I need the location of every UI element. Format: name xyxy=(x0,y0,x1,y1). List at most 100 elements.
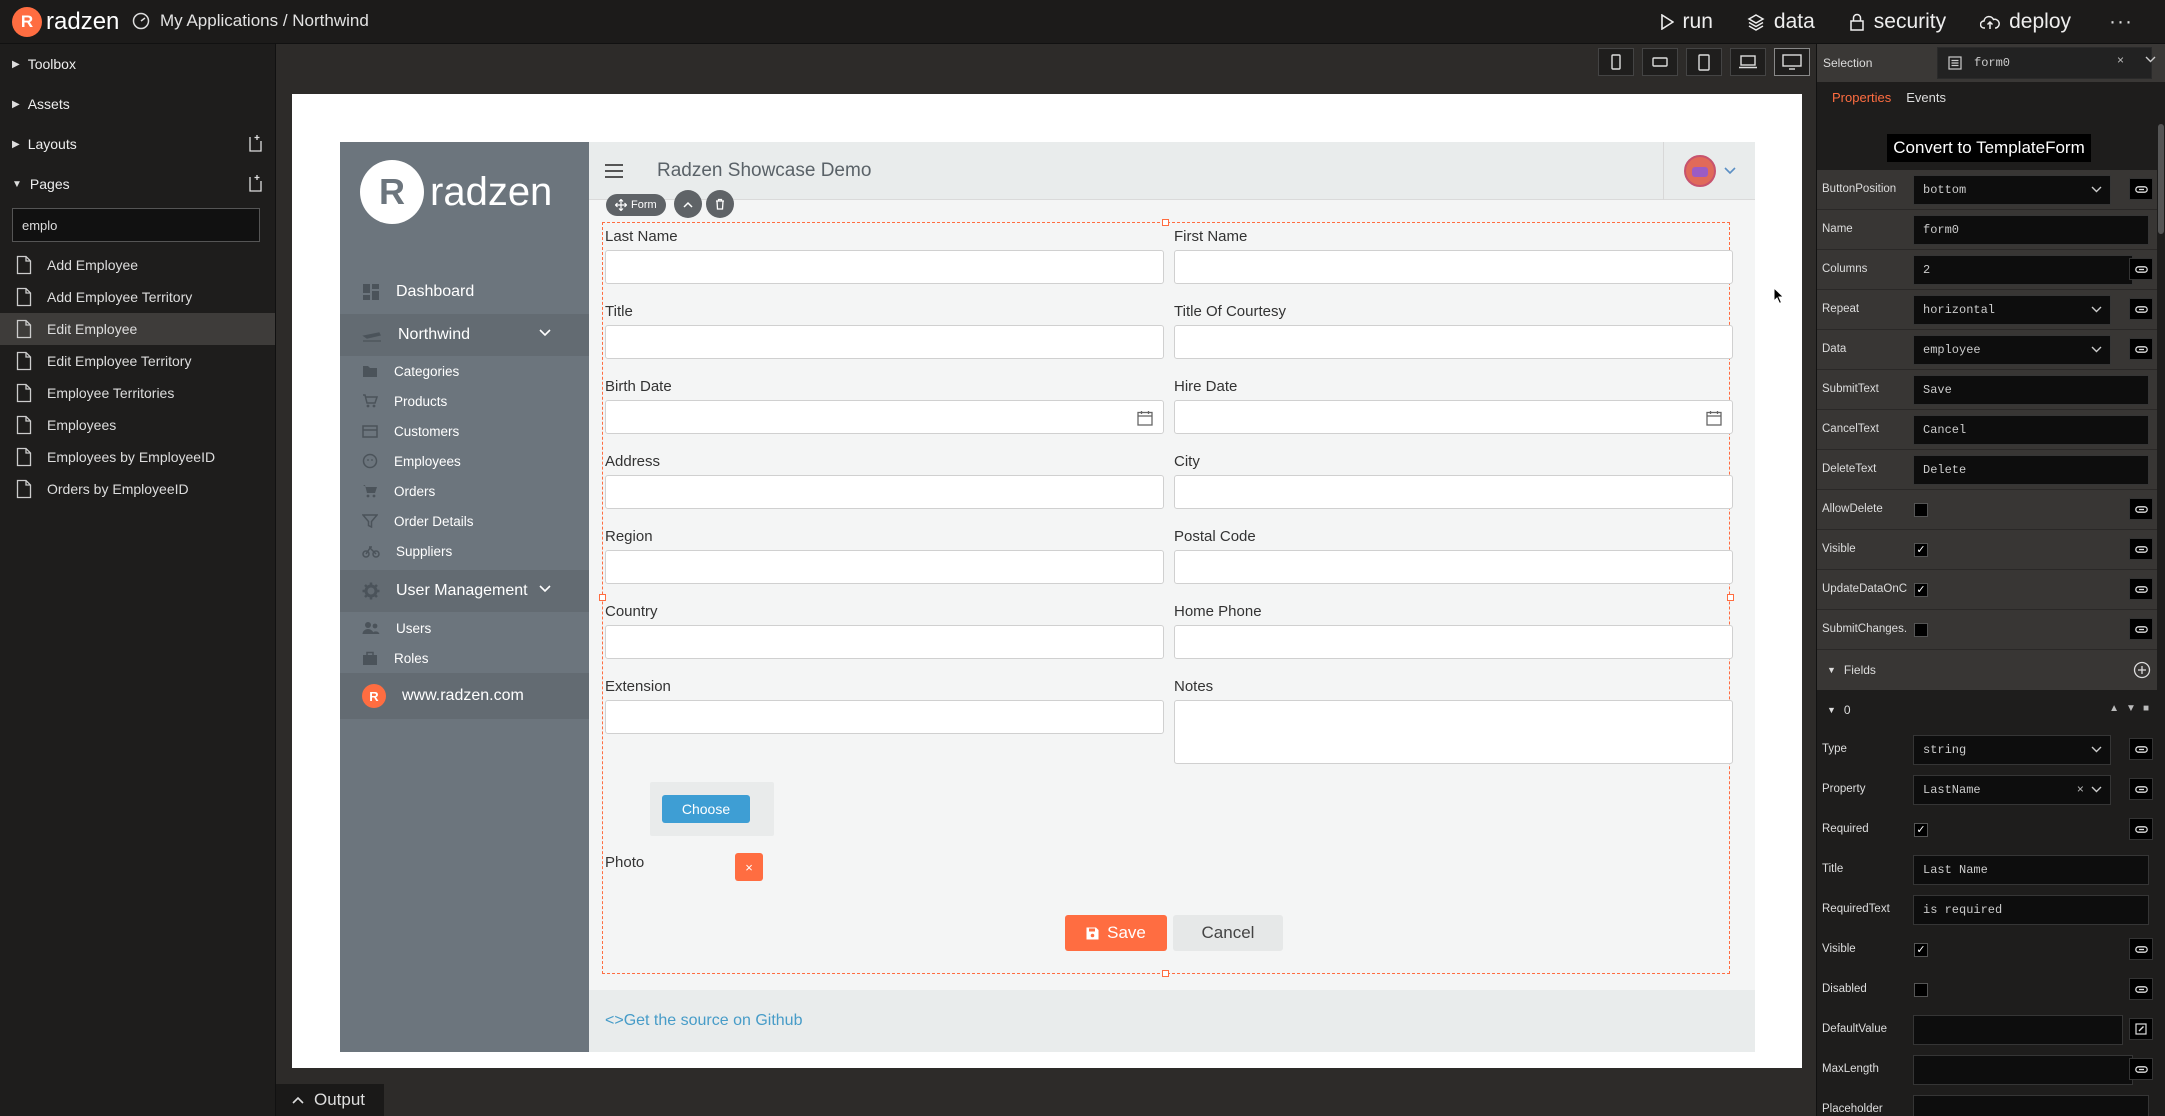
breadcrumb[interactable]: My Applications / Northwind xyxy=(132,11,369,31)
menu-website-link[interactable]: R www.radzen.com xyxy=(340,673,589,719)
deploy-button[interactable]: deploy xyxy=(1980,10,2071,34)
device-desktop-button[interactable] xyxy=(1774,48,1810,76)
cancel-text-input[interactable]: Cancel xyxy=(1913,415,2149,445)
country-input[interactable] xyxy=(605,625,1164,659)
resize-handle[interactable] xyxy=(1727,594,1734,601)
page-item-edit-employee[interactable]: Edit Employee xyxy=(0,313,275,345)
hire-date-picker[interactable] xyxy=(1174,400,1733,434)
page-item-orders-by-employeeid[interactable]: Orders by EmployeeID xyxy=(0,473,275,505)
name-input[interactable]: form0 xyxy=(1913,215,2149,245)
data-binding-button[interactable] xyxy=(2129,618,2153,640)
move-down-icon[interactable]: ▼ xyxy=(2126,703,2136,714)
field-prop-default-value-input[interactable] xyxy=(1913,1015,2123,1045)
data-binding-button[interactable] xyxy=(2129,578,2153,600)
device-phone-landscape-button[interactable] xyxy=(1642,48,1678,76)
calendar-icon[interactable] xyxy=(1706,410,1722,426)
run-button[interactable]: run xyxy=(1660,10,1713,34)
submit-text-input[interactable]: Save xyxy=(1913,375,2149,405)
data-binding-button[interactable] xyxy=(2129,178,2153,200)
toolbox-section[interactable]: ▶ Toolbox xyxy=(0,44,275,84)
field-prop-required-checkbox[interactable]: ✓ xyxy=(1914,823,1928,837)
add-page-icon[interactable] xyxy=(247,174,263,192)
data-binding-button[interactable] xyxy=(2129,818,2153,840)
choose-file-button[interactable]: Choose xyxy=(662,795,750,823)
first-name-input[interactable] xyxy=(1174,250,1733,284)
trash-icon[interactable]: ■ xyxy=(2143,703,2149,714)
panel-scrollbar[interactable] xyxy=(2158,124,2164,234)
field-prop-title-input[interactable]: Last Name xyxy=(1913,855,2149,885)
clear-value-icon[interactable]: × xyxy=(2077,783,2084,797)
radzen-logo[interactable]: R radzen xyxy=(12,7,119,37)
field-prop-type-input[interactable]: string xyxy=(1913,735,2111,765)
output-panel-tab[interactable]: Output xyxy=(276,1084,384,1116)
resize-handle[interactable] xyxy=(599,594,606,601)
menu-item-products[interactable]: Products xyxy=(340,386,589,416)
select-parent-button[interactable] xyxy=(674,190,702,218)
data-binding-button[interactable] xyxy=(2129,938,2153,960)
field-prop-max-length-input[interactable] xyxy=(1913,1055,2133,1085)
city-input[interactable] xyxy=(1174,475,1733,509)
data-binding-button[interactable] xyxy=(2129,778,2153,800)
profile-menu[interactable] xyxy=(1663,142,1755,200)
data-binding-button[interactable] xyxy=(2129,978,2153,1000)
last-name-input[interactable] xyxy=(605,250,1164,284)
save-button[interactable]: Save xyxy=(1065,915,1167,951)
data-select[interactable]: employee xyxy=(1913,335,2111,365)
data-binding-button[interactable] xyxy=(2129,538,2153,560)
page-item-edit-employee-territory[interactable]: Edit Employee Territory xyxy=(0,345,275,377)
assets-section[interactable]: ▶ Assets xyxy=(0,84,275,124)
prop-update-data-checkbox[interactable]: ✓ xyxy=(1914,583,1928,597)
field-prop-property-input[interactable]: LastName × xyxy=(1913,775,2111,805)
menu-item-orders[interactable]: Orders xyxy=(340,476,589,506)
postal-code-input[interactable] xyxy=(1174,550,1733,584)
menu-dashboard[interactable]: Dashboard xyxy=(340,272,589,312)
birth-date-picker[interactable] xyxy=(605,400,1164,434)
address-input[interactable] xyxy=(605,475,1164,509)
data-binding-button[interactable] xyxy=(2129,258,2153,280)
notes-textarea[interactable] xyxy=(1174,700,1733,764)
prop-allow-delete-checkbox[interactable] xyxy=(1914,503,1928,517)
data-binding-button[interactable] xyxy=(2129,338,2153,360)
move-up-icon[interactable]: ▲ xyxy=(2109,703,2119,714)
repeat-select[interactable]: horizontal xyxy=(1913,295,2111,325)
prop-submit-changes-checkbox[interactable] xyxy=(1914,623,1928,637)
button-position-select[interactable]: bottom xyxy=(1913,175,2111,205)
menu-item-employees[interactable]: Employees xyxy=(340,446,589,476)
device-phone-button[interactable] xyxy=(1598,48,1634,76)
hamburger-menu-icon[interactable] xyxy=(605,164,623,178)
title-input[interactable] xyxy=(605,325,1164,359)
title-of-courtesy-input[interactable] xyxy=(1174,325,1733,359)
page-item-employees-by-employeeid[interactable]: Employees by EmployeeID xyxy=(0,441,275,473)
data-binding-button[interactable] xyxy=(2129,298,2153,320)
cancel-button[interactable]: Cancel xyxy=(1173,915,1283,951)
form-component-chip[interactable]: Form xyxy=(606,194,666,216)
calendar-icon[interactable] xyxy=(1137,410,1153,426)
device-laptop-button[interactable] xyxy=(1730,48,1766,76)
data-binding-button[interactable] xyxy=(2129,498,2153,520)
region-input[interactable] xyxy=(605,550,1164,584)
menu-item-customers[interactable]: Customers xyxy=(340,416,589,446)
field-prop-placeholder-input[interactable] xyxy=(1913,1095,2149,1116)
columns-input[interactable]: 2 xyxy=(1913,255,2133,285)
edit-value-button[interactable] xyxy=(2129,1018,2153,1040)
security-button[interactable]: security xyxy=(1849,10,1946,34)
menu-user-management[interactable]: User Management xyxy=(340,570,589,612)
remove-photo-button[interactable]: × xyxy=(735,853,763,881)
field-prop-visible-checkbox[interactable]: ✓ xyxy=(1914,943,1928,957)
prop-visible-checkbox[interactable]: ✓ xyxy=(1914,543,1928,557)
resize-handle[interactable] xyxy=(1162,219,1169,226)
tab-properties[interactable]: Properties xyxy=(1832,90,1891,105)
menu-item-users[interactable]: Users xyxy=(340,613,589,643)
app-logo[interactable]: R radzen xyxy=(360,160,552,224)
field-prop-required-text-input[interactable]: is required xyxy=(1913,895,2149,925)
add-field-icon[interactable] xyxy=(2133,661,2151,679)
page-item-add-employee[interactable]: Add Employee xyxy=(0,249,275,281)
device-tablet-button[interactable] xyxy=(1686,48,1722,76)
pages-section[interactable]: ▼ Pages xyxy=(0,164,275,204)
page-item-add-employee-territory[interactable]: Add Employee Territory xyxy=(0,281,275,313)
field-prop-disabled-checkbox[interactable] xyxy=(1914,983,1928,997)
menu-item-categories[interactable]: Categories xyxy=(340,356,589,386)
field-item-header[interactable]: ▼ 0 ▲ ▼ ■ xyxy=(1817,690,2157,730)
more-menu-icon[interactable]: ··· xyxy=(2109,10,2133,34)
fields-section-header[interactable]: ▼ Fields xyxy=(1817,650,2157,690)
